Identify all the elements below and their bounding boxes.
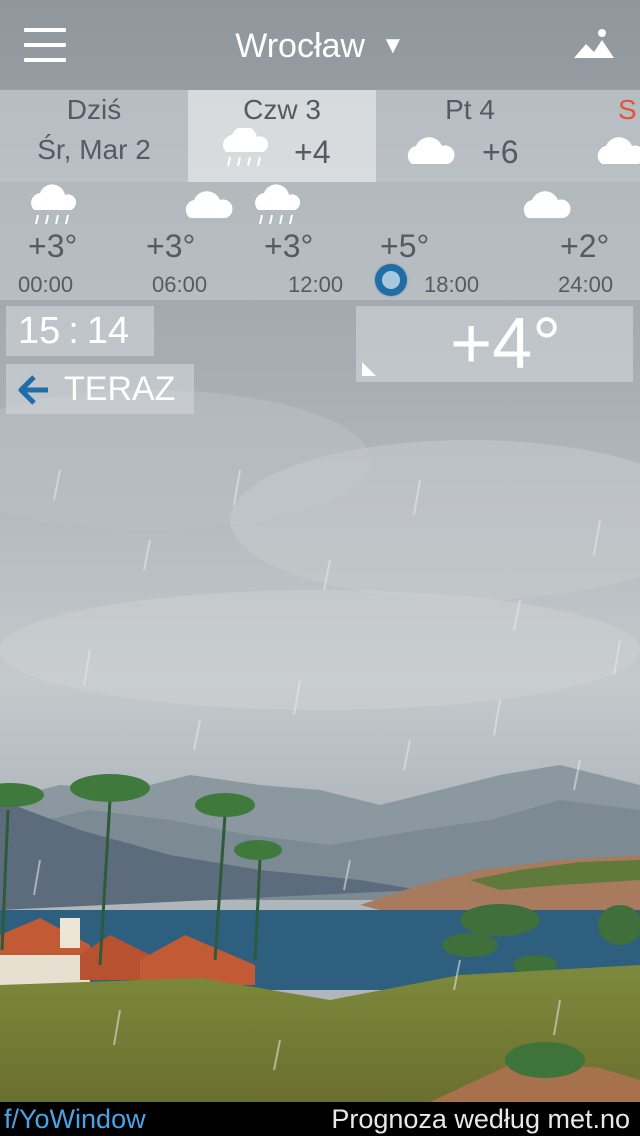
daily-forecast-strip: Dziś Śr, Mar 2 Czw 3 +4 Pt 4 +6 S <box>0 90 640 182</box>
day-name: Czw 3 <box>243 94 321 125</box>
day-temperature: +6 <box>482 134 519 170</box>
forecast-provider-link[interactable]: Prognoza według met.no <box>331 1102 630 1136</box>
rain-cloud-icon <box>255 184 301 225</box>
hour-temperature: +3° <box>264 228 314 264</box>
top-bar: Wrocław ▼ <box>0 0 640 90</box>
hour-label: 00:00 <box>18 272 74 297</box>
expand-corner-icon <box>362 362 376 376</box>
day-date: Śr, Mar 2 <box>37 134 151 165</box>
yowindow-link[interactable]: f/YoWindow <box>4 1102 146 1136</box>
day-name: Pt 4 <box>445 94 495 125</box>
day-tab-today[interactable]: Dziś Śr, Mar 2 <box>0 90 188 182</box>
cloud-icon <box>185 191 233 218</box>
rain-cloud-icon <box>31 184 77 225</box>
hamburger-menu-icon[interactable] <box>24 28 68 62</box>
hour-temperature: +3° <box>146 228 196 264</box>
hour-label: 18:00 <box>424 272 480 297</box>
day-temperature: +4 <box>294 134 331 170</box>
cloud-icon <box>407 137 455 164</box>
now-label: TERAZ <box>64 370 176 408</box>
current-time: 15:14 <box>6 306 154 356</box>
cloud-icon <box>523 191 571 218</box>
now-button[interactable]: TERAZ <box>6 364 194 414</box>
cloud-icon <box>597 137 640 164</box>
hour-label: 24:00 <box>558 272 614 297</box>
day-tab-friday[interactable]: Pt 4 +6 <box>376 90 564 182</box>
hour-label: 06:00 <box>152 272 208 297</box>
time-slider-handle[interactable] <box>375 264 407 296</box>
current-temperature-panel[interactable]: +4° <box>356 306 633 382</box>
landscape-icon[interactable] <box>572 28 616 62</box>
city-selector[interactable]: Wrocław ▼ <box>200 24 440 68</box>
dropdown-arrow-icon: ▼ <box>380 32 405 59</box>
day-name: S <box>618 94 637 125</box>
time-minutes: 14 <box>86 310 130 352</box>
time-separator: : <box>68 310 79 352</box>
day-tab-saturday[interactable]: S <box>564 90 640 182</box>
time-hours: 15 <box>18 310 61 352</box>
arrow-left-icon <box>18 375 48 405</box>
hour-temperature: +3° <box>28 228 78 264</box>
day-tab-thursday[interactable]: Czw 3 +4 <box>188 90 376 182</box>
hourly-forecast-strip[interactable]: +3° +3° +3° +5° +2° 00:00 06:00 12:00 18… <box>0 182 640 300</box>
hour-temperature: +2° <box>560 228 610 264</box>
hour-temperature: +5° <box>380 228 430 264</box>
rain-cloud-icon <box>223 128 269 167</box>
day-name: Dziś <box>66 94 122 125</box>
footer-bar: f/YoWindow Prognoza według met.no <box>0 1102 640 1136</box>
city-name: Wrocław <box>235 26 365 65</box>
hour-label: 12:00 <box>288 272 344 297</box>
current-temperature: +4° <box>450 304 561 384</box>
